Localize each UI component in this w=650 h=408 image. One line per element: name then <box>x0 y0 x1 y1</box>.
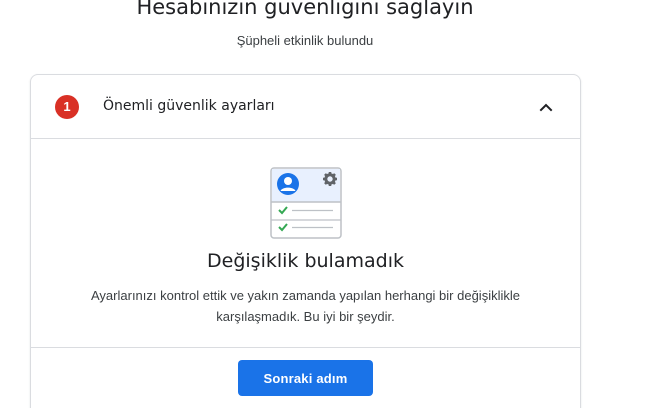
account-settings-checklist-icon <box>270 167 342 239</box>
security-settings-card: 1 Önemli güvenlik ayarları Değişiklik bu… <box>30 74 581 408</box>
result-description: Ayarlarınızı kontrol ettik ve yakın zama… <box>91 288 520 324</box>
security-settings-header[interactable]: 1 Önemli güvenlik ayarları <box>31 75 580 139</box>
result-title: Değişiklik bulamadık <box>207 250 404 272</box>
issue-count-badge: 1 <box>55 95 79 119</box>
next-step-button[interactable]: Sonraki adım <box>238 360 373 396</box>
page-title: Hesabınızın güvenliğini sağlayın <box>136 0 474 19</box>
section-label: Önemli güvenlik ayarları <box>103 98 275 114</box>
page-subtitle: Şüpheli etkinlik bulundu <box>236 33 374 48</box>
chevron-up-icon[interactable] <box>538 99 554 115</box>
card-divider <box>31 347 580 348</box>
security-checkup-page: Hesabınızın güvenliğini sağlayın Şüpheli… <box>0 0 650 408</box>
